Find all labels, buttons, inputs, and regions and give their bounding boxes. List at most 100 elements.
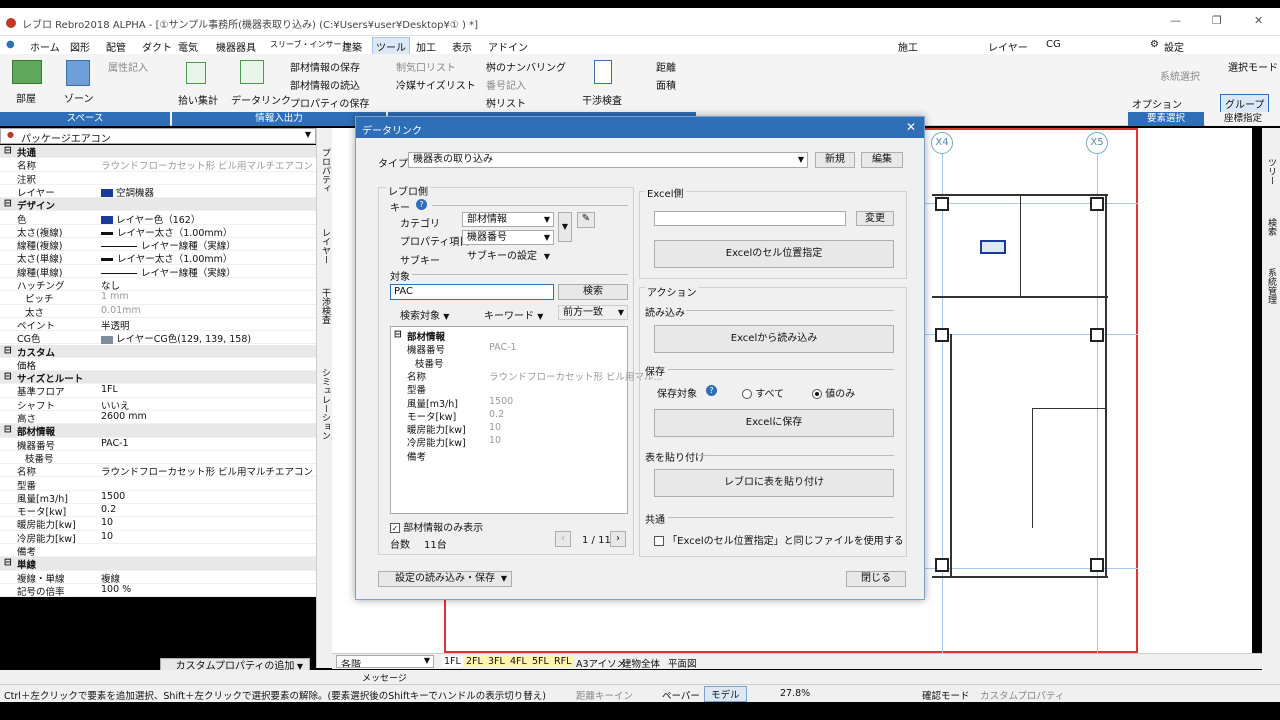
tree-row[interactable]: 枝番号 (391, 356, 627, 370)
save-member-button[interactable]: 部材情報の保存 (290, 59, 360, 74)
same-file-checkbox[interactable]: 「Excelのセル位置指定」と同じファイルを使用する (654, 532, 904, 547)
property-row[interactable]: 型番 (0, 478, 316, 492)
property-value-cell[interactable]: レイヤーCG色(129, 139, 158) (101, 331, 251, 345)
excel-file-input[interactable] (654, 211, 846, 226)
property-row[interactable]: 太さ(複線) レイヤー太さ（1.00mm） (0, 225, 316, 239)
menu-view[interactable]: 表示 (452, 39, 472, 54)
tab-layer[interactable]: レイヤー (319, 228, 332, 264)
type-select[interactable]: 機器表の取り込み ▼ (408, 152, 808, 168)
floor-tab-3fl[interactable]: 3FL (486, 656, 507, 667)
property-value-cell[interactable]: PAC-1 (101, 438, 129, 449)
property-row[interactable]: レイヤー 空調機器 (0, 185, 316, 199)
element-type-select[interactable]: ● パッケージエアコン ▼ (0, 128, 316, 145)
interference-icon[interactable] (594, 60, 612, 84)
property-category[interactable]: ⊟ サイズとルート (0, 371, 316, 385)
property-row[interactable]: CG色 レイヤーCG色(129, 139, 158) (0, 331, 316, 345)
property-row[interactable]: 価格 (0, 358, 316, 372)
property-row[interactable]: シャフト いいえ (0, 398, 316, 412)
system-select-button[interactable]: 系統選択 (1160, 68, 1200, 83)
gear-icon[interactable]: ⚙ (1150, 39, 1159, 50)
distance-button[interactable]: 距離 (656, 59, 676, 74)
tab-tree[interactable]: ツリー (1265, 158, 1278, 185)
property-value-cell[interactable]: 1 mm (101, 291, 129, 302)
collapse-icon[interactable]: ⊟ (4, 424, 12, 435)
search-input[interactable]: PAC (390, 284, 554, 300)
property-value-cell[interactable]: 複線 (101, 571, 120, 585)
property-row[interactable]: 枝番号 (0, 451, 316, 465)
property-row[interactable]: ピッチ 1 mm (0, 291, 316, 305)
airflow-list-button[interactable]: 制気口リスト (396, 59, 456, 74)
property-row[interactable]: 風量[m3/h] 1500 (0, 491, 316, 505)
dialog-titlebar[interactable]: データリンク ✕ (356, 117, 924, 138)
subkey-select[interactable]: サブキーの設定 ▼ (462, 249, 554, 264)
help-icon[interactable]: ? (706, 385, 717, 396)
key-dropdown-button[interactable]: ▼ (558, 212, 572, 242)
tab-simulation[interactable]: シミュレーション (319, 368, 332, 440)
confirm-mode[interactable]: 確認モード (922, 688, 970, 702)
eyedropper-icon[interactable]: ✎ (577, 212, 595, 228)
floor-tab-plan[interactable]: 平面図 (666, 656, 699, 670)
menu-electric[interactable]: 電気 (178, 39, 198, 54)
tree-row[interactable]: 機器番号 PAC-1 (391, 342, 627, 356)
keyword-menu[interactable]: キーワード ▼ (484, 307, 543, 322)
property-row[interactable]: 色 レイヤー色（162） (0, 212, 316, 226)
tree-row[interactable]: 備考 (391, 449, 627, 463)
floor-tab-1fl[interactable]: 1FL (442, 656, 463, 667)
room-button[interactable]: 部屋 (16, 90, 36, 105)
datalink-button[interactable]: データリンク (231, 92, 291, 107)
prev-page-button[interactable]: ‹ (555, 531, 571, 547)
property-row[interactable]: 機器番号 PAC-1 (0, 438, 316, 452)
property-value-cell[interactable]: 100 % (101, 584, 131, 595)
floor-tab-2fl[interactable]: 2FL (464, 656, 485, 667)
tab-interference[interactable]: 干渉検査 (319, 288, 332, 324)
tree-row[interactable]: 名称 ラウンドフローカセット形 ビル用マル... (391, 369, 663, 383)
menu-piping[interactable]: 配管 (106, 39, 126, 54)
zone-button[interactable]: ゾーン (64, 90, 94, 105)
only-member-checkbox[interactable]: ✓ 部材情報のみ表示 (390, 519, 483, 534)
prop-item-select[interactable]: 機器番号 ▼ (462, 230, 554, 245)
model-mode[interactable]: モデル (704, 686, 747, 702)
collapse-icon[interactable]: ⊟ (4, 345, 12, 356)
collapse-icon[interactable]: ⊟ (4, 198, 12, 209)
pickup-icon[interactable] (186, 62, 206, 84)
property-value-cell[interactable]: なし (101, 278, 120, 292)
menu-equipment[interactable]: 機器器具 (216, 39, 256, 54)
custom-prop-status[interactable]: カスタムプロパティ (980, 688, 1064, 702)
new-button[interactable]: 新規 (815, 152, 855, 168)
menu-process[interactable]: 加工 (416, 39, 436, 54)
property-row[interactable]: 暖房能力[kw] 10 (0, 517, 316, 531)
search-button[interactable]: 検索 (558, 284, 628, 300)
help-icon[interactable]: ? (416, 199, 427, 210)
tab-property[interactable]: プロパティ (319, 148, 332, 193)
pickup-button[interactable]: 拾い集計 (178, 92, 218, 107)
property-value-cell[interactable]: 2600 mm (101, 411, 147, 422)
collapse-icon[interactable]: ⊟ (4, 371, 12, 382)
close-icon[interactable]: ✕ (906, 120, 916, 134)
zoom-level[interactable]: 27.8% (780, 688, 810, 699)
radio-value-only[interactable]: 値のみ (812, 385, 855, 400)
edit-button[interactable]: 編集 (861, 152, 903, 168)
property-row[interactable]: 高さ 2600 mm (0, 411, 316, 425)
num-write-button[interactable]: 番号記入 (486, 77, 526, 92)
property-category[interactable]: ⊟ デザイン (0, 198, 316, 212)
property-value-cell[interactable]: レイヤー太さ（1.00mm） (101, 225, 232, 239)
floor-select[interactable]: 各階 ▼ (336, 655, 434, 668)
save-prop-button[interactable]: プロパティの保存 (290, 95, 369, 110)
menu-shapes[interactable]: 図形 (70, 39, 90, 54)
menu-addin[interactable]: アドイン (488, 39, 528, 54)
menu-cg[interactable]: CG (1046, 39, 1061, 50)
close-button[interactable]: 閉じる (846, 571, 906, 587)
property-value-cell[interactable]: ラウンドフローカセット形 ビル用マルチエアコン (101, 464, 313, 478)
property-row[interactable]: 太さ(単線) レイヤー太さ（1.00mm） (0, 251, 316, 265)
search-target-menu[interactable]: 検索対象 ▼ (400, 307, 449, 322)
next-page-button[interactable]: › (610, 531, 626, 547)
property-row[interactable]: ペイント 半透明 (0, 318, 316, 332)
property-row[interactable]: 記号の倍率 100 % (0, 584, 316, 597)
distance-key-input[interactable]: 距離キーイン (576, 688, 633, 702)
property-category[interactable]: ⊟ 単線 (0, 557, 316, 571)
tree-row[interactable]: 型番 (391, 382, 627, 396)
property-value-cell[interactable]: 半透明 (101, 318, 130, 332)
close-window-icon[interactable]: ✕ (1254, 14, 1263, 27)
property-value-cell[interactable]: 1500 (101, 491, 125, 502)
property-row[interactable]: ハッチング なし (0, 278, 316, 292)
